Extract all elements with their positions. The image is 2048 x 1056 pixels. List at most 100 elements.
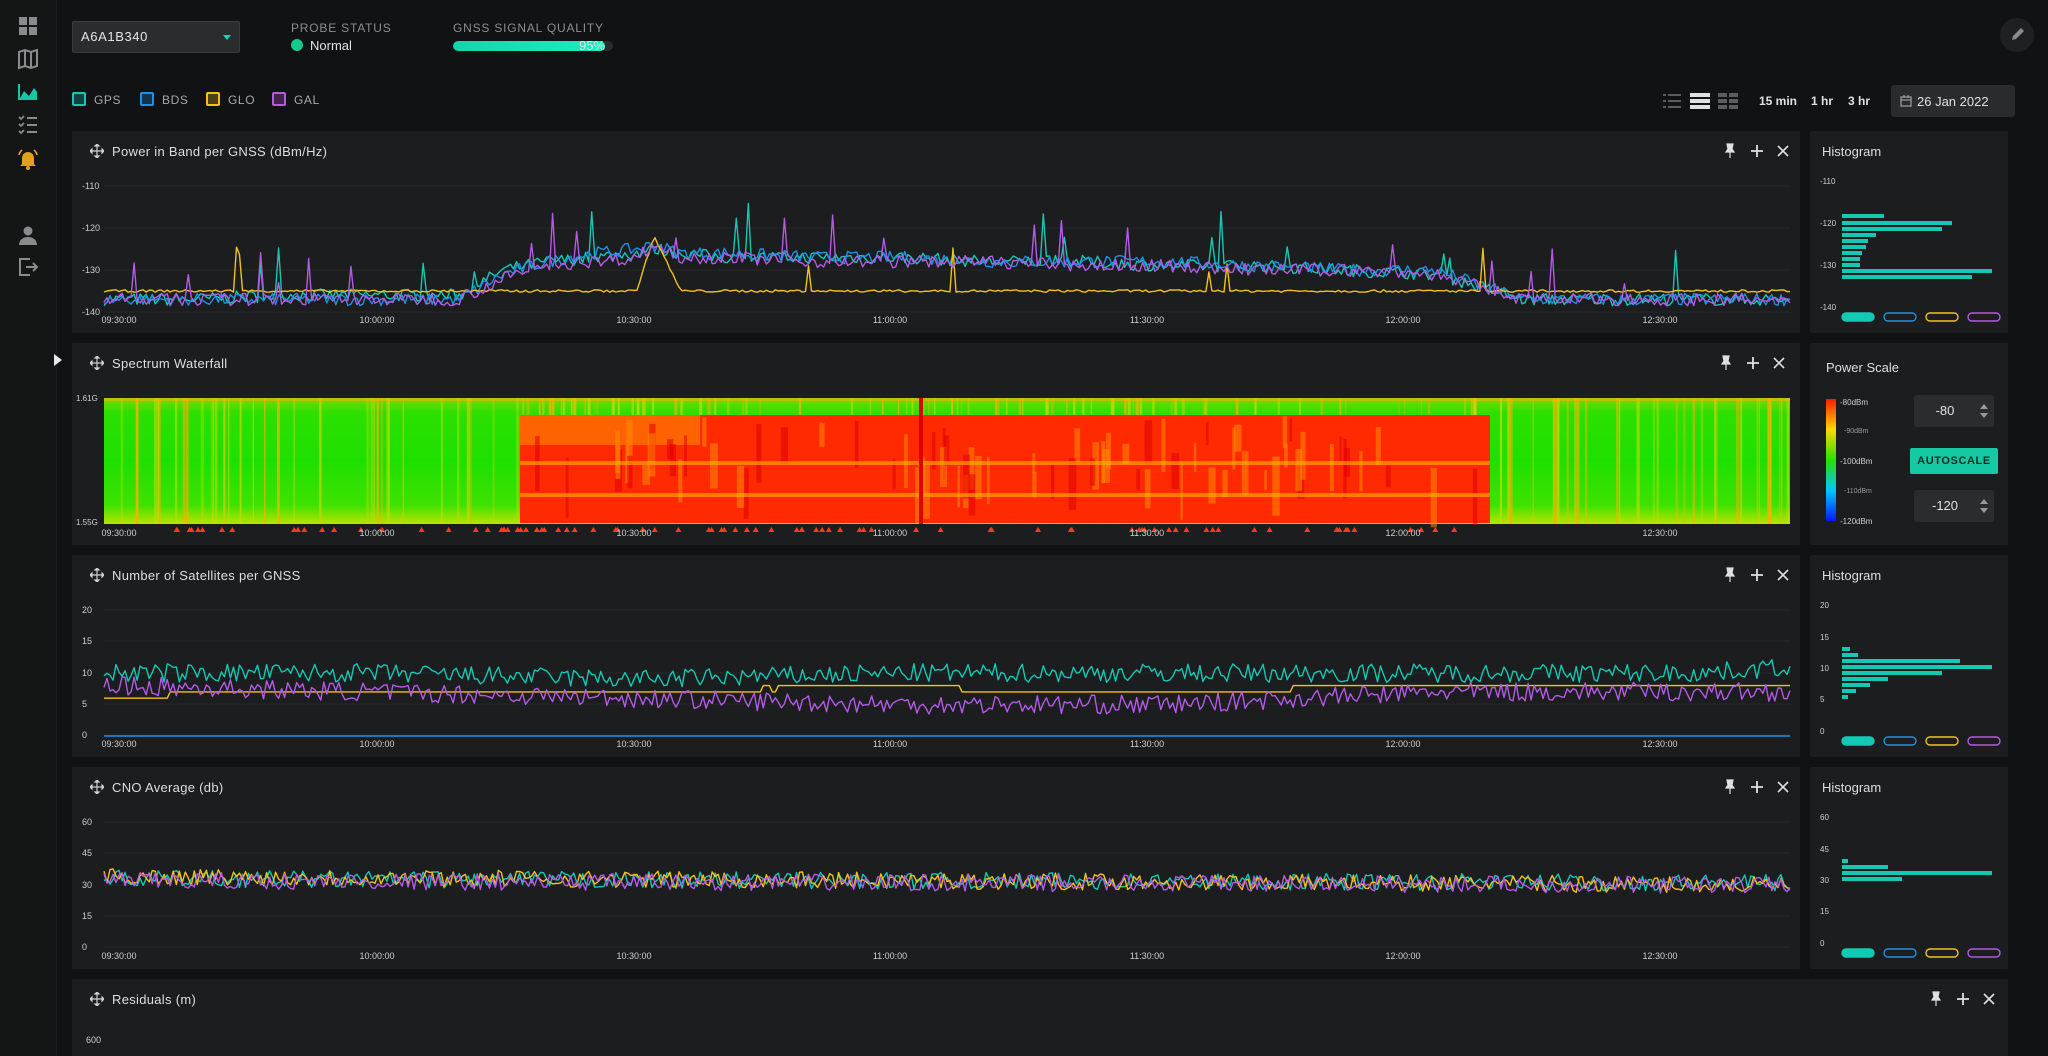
grid-view-icon[interactable] <box>1718 92 1738 110</box>
bell-icon[interactable] <box>16 147 40 171</box>
waterfall-streak <box>386 398 389 524</box>
status-dot-icon <box>291 39 303 51</box>
waterfall-chart[interactable]: 1.61G 1.55G09:30:00 10:00:00 10:30:00 11:00:… <box>72 343 1800 545</box>
waterfall-streak <box>293 398 295 524</box>
waterfall-top-band <box>104 398 1790 401</box>
legend-label: GAL <box>294 93 320 107</box>
event-marker <box>837 527 844 532</box>
power-max-input[interactable]: -80 <box>1914 395 1994 427</box>
histogram-series-toggle[interactable] <box>1967 736 2001 746</box>
event-marker <box>1172 527 1179 532</box>
pin-icon[interactable] <box>1928 991 1944 1007</box>
y-tick-label: -120 <box>82 223 100 233</box>
interference-texture <box>1241 451 1249 496</box>
histogram-series-toggle[interactable] <box>1883 736 1917 746</box>
autoscale-button[interactable]: AUTOSCALE <box>1910 448 1998 474</box>
stacked-view-icon[interactable] <box>1690 92 1710 110</box>
power-chart[interactable]: -110 -120 -130 -14009:30:00 10:00:00 10:30:00… <box>72 131 1800 333</box>
cno-histogram-panel: Histogram 60 45 30 15 0 <box>1810 767 2008 969</box>
legend-glo[interactable]: GLO <box>206 92 266 108</box>
waterfall-streak <box>277 398 280 524</box>
legend-gal[interactable]: GAL <box>272 92 332 108</box>
series-line-glo <box>103 237 1790 293</box>
event-marker <box>1165 527 1172 532</box>
histogram-series-toggle[interactable] <box>1841 948 1875 958</box>
dashboard-icon[interactable] <box>16 14 40 38</box>
histogram-series-toggle[interactable] <box>1925 736 1959 746</box>
spin-down-icon[interactable] <box>1980 413 1988 418</box>
probe-select-value: A6A1B340 <box>81 29 148 44</box>
event-marker <box>651 527 658 532</box>
logout-icon[interactable] <box>16 255 40 279</box>
spin-up-icon[interactable] <box>1980 499 1988 504</box>
checklist-icon[interactable] <box>16 112 40 136</box>
close-icon[interactable] <box>1981 991 1997 1007</box>
add-icon[interactable] <box>1955 991 1971 1007</box>
waterfall-streak <box>1656 398 1659 524</box>
spin-down-icon[interactable] <box>1980 508 1988 513</box>
event-marker <box>590 527 597 532</box>
range-15min[interactable]: 15 min <box>1759 94 1797 108</box>
calendar-icon <box>1900 95 1912 107</box>
expand-panel-icon[interactable] <box>52 350 64 370</box>
user-icon[interactable] <box>16 223 40 247</box>
waterfall-streak <box>1675 398 1679 524</box>
power-min-input[interactable]: -120 <box>1914 490 1994 522</box>
histogram-series-toggle[interactable] <box>1967 312 2001 322</box>
y-tick-label: 60 <box>1820 813 1829 822</box>
histogram-bar <box>1842 653 1858 657</box>
histogram-bar <box>1842 275 1972 279</box>
histogram-series-toggle[interactable] <box>1841 312 1875 322</box>
move-icon[interactable] <box>90 992 104 1006</box>
histogram-series-toggle[interactable] <box>1841 736 1875 746</box>
interference-texture <box>1385 465 1391 488</box>
waterfall-streak <box>1768 398 1772 524</box>
waterfall-streak <box>1556 398 1559 524</box>
event-marker <box>229 527 236 532</box>
waterfall-streak <box>1511 398 1513 524</box>
histogram-series-toggle[interactable] <box>1925 948 1959 958</box>
spin-up-icon[interactable] <box>1980 404 1988 409</box>
y-tick-label: 0 <box>1820 939 1825 948</box>
waterfall-streak <box>441 398 443 524</box>
chart-area-icon[interactable] <box>16 80 40 104</box>
sats-histogram-panel: Histogram 20 15 10 5 0 <box>1810 555 2008 757</box>
event-marker <box>445 527 452 532</box>
y-tick-label: 1.55G <box>76 518 98 527</box>
y-tick-label: 20 <box>1820 601 1829 610</box>
event-marker <box>522 527 529 532</box>
legend-gps[interactable]: GPS <box>72 92 132 108</box>
interference-texture <box>1289 418 1293 442</box>
satellites-chart[interactable]: 20 15 10 5 0 09:30:00 10:00:00 10:30:00 11:00:00… <box>72 555 1800 757</box>
cno-chart[interactable]: 60 45 30 15 0 09:30:00 10:00:00 10:30:00 11:00:0… <box>72 767 1800 969</box>
y-tick-label: 20 <box>82 605 92 615</box>
histogram-bar <box>1842 239 1868 243</box>
date-picker[interactable]: 26 Jan 2022 <box>1891 85 2015 117</box>
event-marker <box>768 527 775 532</box>
legend-swatch <box>140 92 154 106</box>
x-tick-label: 12:30:00 <box>1642 951 1677 961</box>
waterfall-streak <box>154 398 157 524</box>
histogram-series-toggle[interactable] <box>1883 948 1917 958</box>
residuals-panel: Residuals (m) 600 <box>72 979 2008 1056</box>
y-tick-label: -110 <box>82 181 99 191</box>
cno-histogram: 60 45 30 15 0 <box>1820 813 2001 958</box>
range-3hr[interactable]: 3 hr <box>1848 94 1870 108</box>
probe-select[interactable]: A6A1B340 <box>72 21 240 53</box>
event-marker <box>301 527 308 532</box>
range-1hr[interactable]: 1 hr <box>1811 94 1833 108</box>
map-icon[interactable] <box>16 47 40 71</box>
histogram-series-toggle[interactable] <box>1925 312 1959 322</box>
event-marker <box>555 527 562 532</box>
y-tick-label: -110 <box>1820 177 1836 186</box>
waterfall-streak <box>387 398 390 524</box>
event-marker <box>793 527 800 532</box>
edit-icon[interactable] <box>2000 18 2034 52</box>
histogram-bar <box>1842 865 1888 869</box>
event-marker <box>472 527 479 532</box>
waterfall-streak <box>366 398 369 524</box>
histogram-series-toggle[interactable] <box>1883 312 1917 322</box>
legend-bds[interactable]: BDS <box>140 92 200 108</box>
list-view-icon[interactable] <box>1662 92 1682 110</box>
histogram-series-toggle[interactable] <box>1967 948 2001 958</box>
